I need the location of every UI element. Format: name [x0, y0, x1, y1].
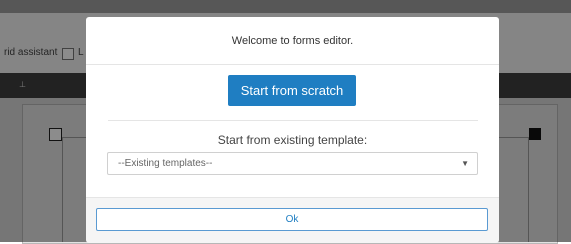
welcome-modal: Welcome to forms editor. Start from scra…	[86, 17, 499, 243]
select-value: --Existing templates--	[118, 158, 213, 169]
modal-header: Welcome to forms editor.	[86, 17, 499, 65]
start-from-scratch-button[interactable]: Start from scratch	[228, 75, 356, 106]
ok-button[interactable]: Ok	[96, 208, 488, 231]
existing-templates-select[interactable]: --Existing templates-- ▼	[107, 152, 478, 175]
chevron-down-icon: ▼	[461, 159, 469, 168]
modal-footer: Ok	[86, 197, 499, 243]
modal-divider	[108, 120, 478, 121]
modal-title: Welcome to forms editor.	[231, 34, 354, 47]
existing-template-label: Start from existing template:	[217, 133, 368, 147]
